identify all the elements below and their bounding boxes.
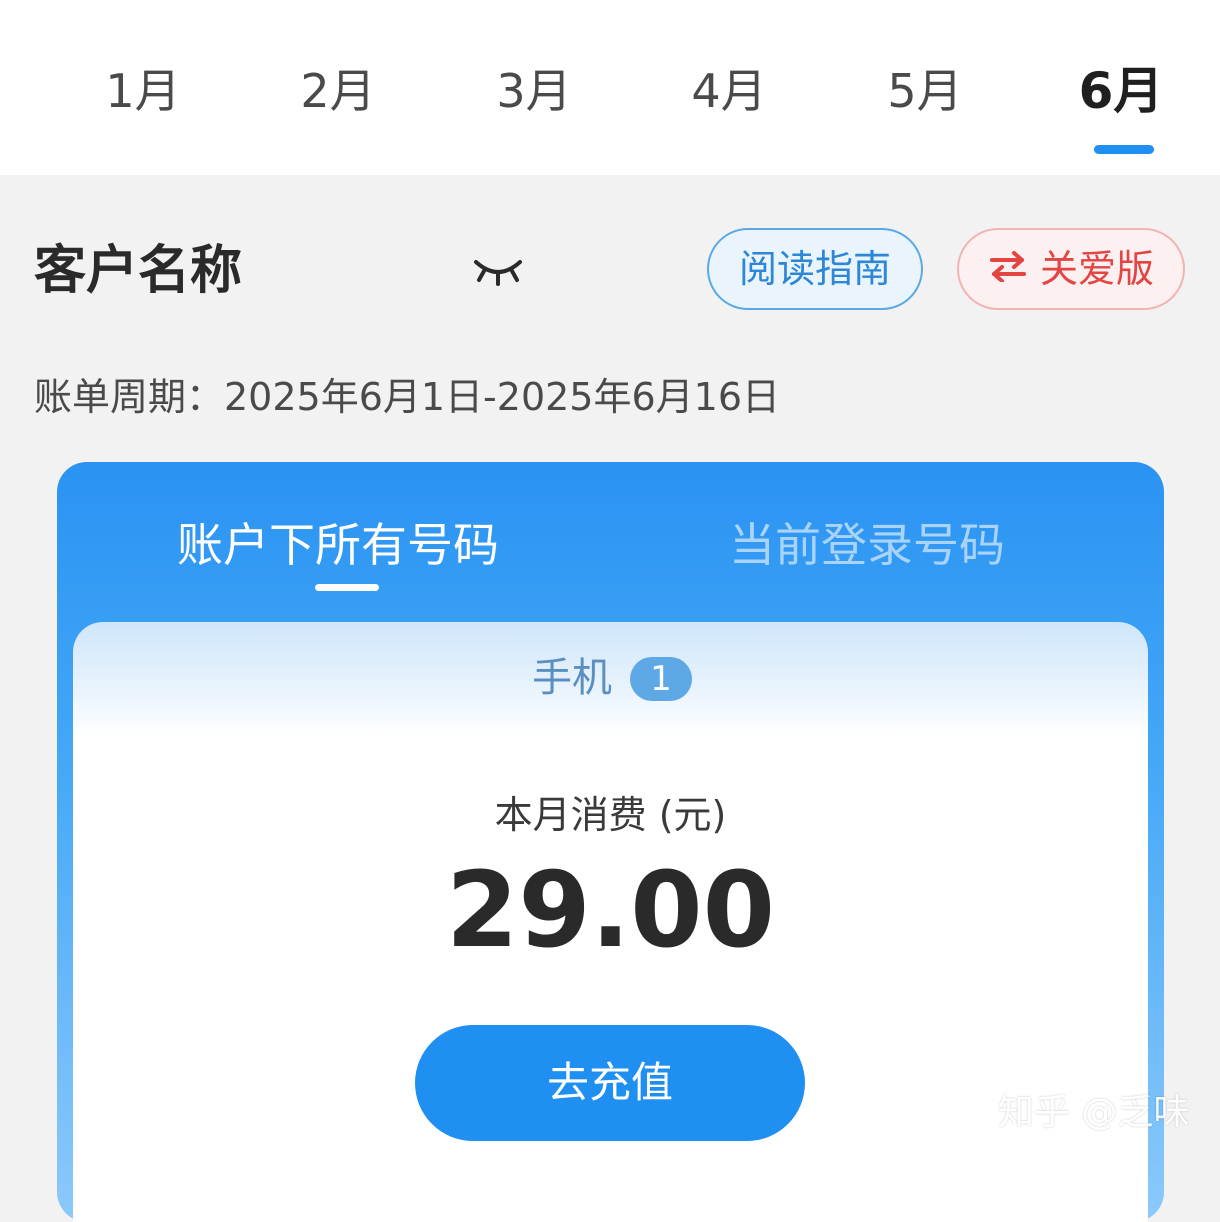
eye-closed-icon[interactable] xyxy=(470,252,526,288)
tab-current-number[interactable]: 当前登录号码 xyxy=(729,514,1005,576)
bill-summary-panel: 手机 1 本月消费 (元) 29.00 去充值 xyxy=(73,622,1148,1222)
monthly-spend-value: 29.00 xyxy=(446,849,775,971)
tab-month-3[interactable]: 3月 xyxy=(459,58,609,124)
month-tab-bar: 1月 2月 3月 4月 5月 6月 xyxy=(0,0,1220,175)
monthly-spend-label: 本月消费 (元) xyxy=(494,793,727,837)
customer-name: 客户名称 xyxy=(34,241,243,301)
bill-period: 账单周期：2025年6月1日-2025年6月16日 xyxy=(34,375,781,419)
tab-month-1[interactable]: 1月 xyxy=(68,58,218,124)
watermark: 知乎 @乏味 xyxy=(998,1092,1190,1133)
care-mode-label: 关爱版 xyxy=(1039,247,1154,291)
active-month-indicator xyxy=(1094,145,1154,154)
reading-guide-button[interactable]: 阅读指南 xyxy=(707,228,923,310)
tab-month-2[interactable]: 2月 xyxy=(263,58,413,124)
tab-month-6[interactable]: 6月 xyxy=(1046,58,1196,124)
swap-arrows-icon xyxy=(988,230,1028,308)
phone-count-badge: 1 xyxy=(630,657,692,701)
tab-month-4[interactable]: 4月 xyxy=(654,58,804,124)
active-card-tab-indicator xyxy=(315,584,379,591)
tab-month-5[interactable]: 5月 xyxy=(850,58,1000,124)
phone-label: 手机 xyxy=(532,655,612,701)
care-mode-button[interactable]: 关爱版 xyxy=(957,228,1185,310)
recharge-button[interactable]: 去充值 xyxy=(415,1025,805,1141)
tab-all-numbers[interactable]: 账户下所有号码 xyxy=(177,514,499,576)
